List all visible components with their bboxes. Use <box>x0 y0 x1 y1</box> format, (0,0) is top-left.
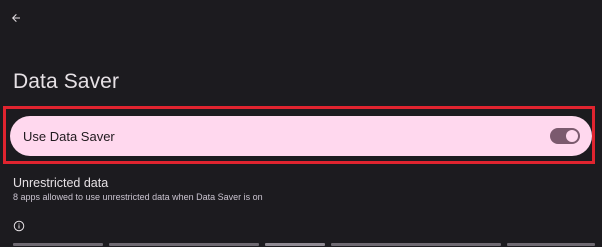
data-saver-toggle[interactable] <box>550 128 580 144</box>
use-data-saver-label: Use Data Saver <box>23 128 115 144</box>
arrow-back-icon <box>12 14 20 22</box>
page-title: Data Saver <box>13 70 120 93</box>
unrestricted-data-summary: 8 apps allowed to use unrestricted data … <box>13 192 263 202</box>
unrestricted-data-title[interactable]: Unrestricted data <box>13 176 108 190</box>
footer-text-cutoff <box>13 241 595 247</box>
info-icon <box>13 220 25 232</box>
back-button[interactable] <box>6 8 26 28</box>
toggle-thumb <box>566 130 578 142</box>
use-data-saver-row[interactable]: Use Data Saver <box>10 116 592 156</box>
